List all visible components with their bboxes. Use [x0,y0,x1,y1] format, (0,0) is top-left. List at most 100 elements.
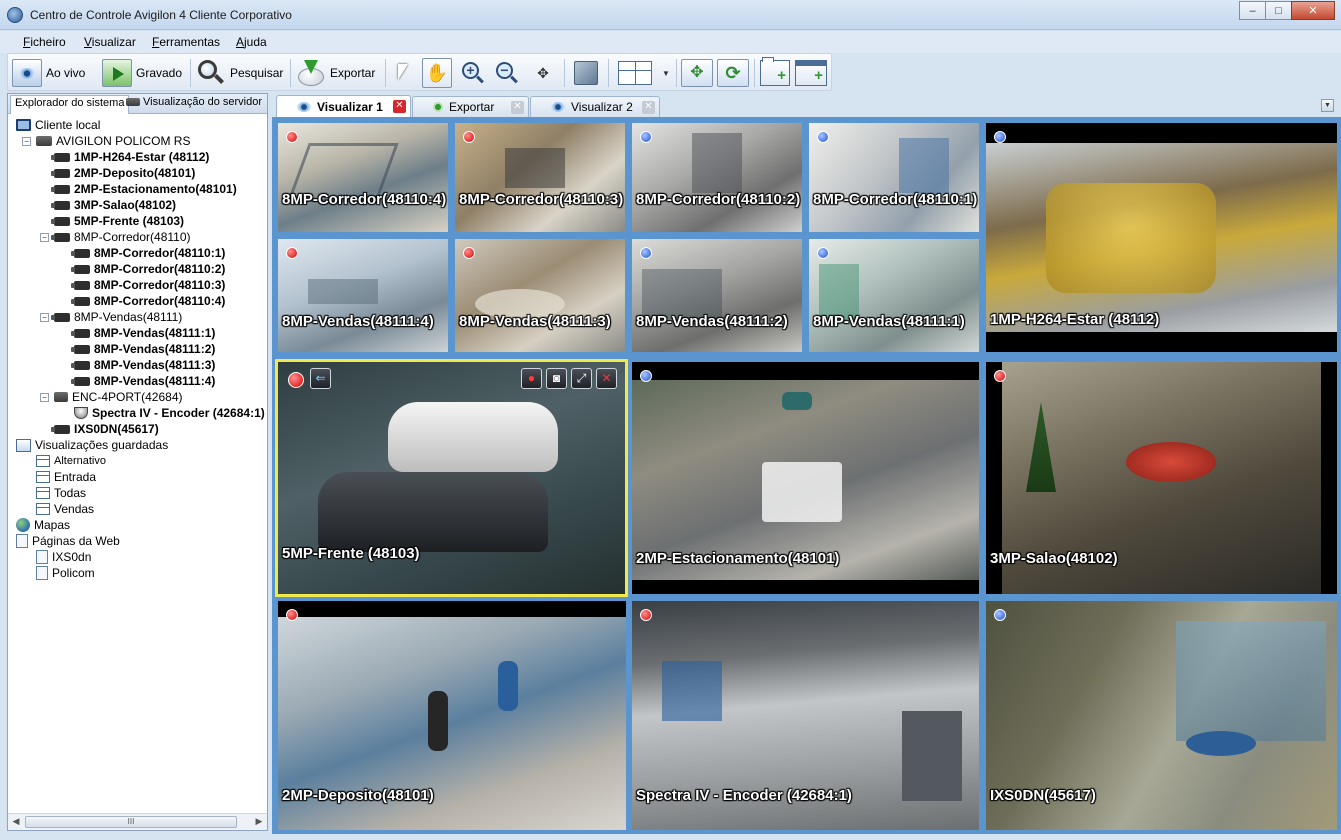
recording-indicator-icon [463,131,475,143]
close-tab-icon[interactable]: ✕ [511,101,524,114]
tree-camera-item[interactable]: 8MP-Vendas(48111:2) [71,341,215,357]
video-tile[interactable]: 8MP-Corredor(48110:4) [276,121,450,234]
tree-camera-item[interactable]: Spectra IV - Encoder (42684:1) [74,405,265,421]
collapse-toggle[interactable]: − [22,137,31,146]
window-controls: ‒ □ ✕ [1239,1,1335,20]
menu-visualizar[interactable]: Visualizar [84,35,136,49]
video-tile[interactable]: 8MP-Vendas(48111:1) [807,237,981,354]
video-tile[interactable]: 3MP-Salao(48102) [984,360,1339,596]
record-button-icon[interactable]: ● [521,368,542,389]
tree-maps[interactable]: Mapas [16,517,70,533]
menu-ficheiro[interactable]: Ficheiro [23,35,66,49]
monitor-fit-button[interactable]: ✥ [681,57,713,89]
tile-label: 8MP-Vendas(48111:2) [636,313,788,330]
tab-system-explorer[interactable]: Explorador do sistema [10,95,130,114]
ptz-button[interactable]: ✥ [528,57,558,89]
tree-camera-item[interactable]: 8MP-Vendas(48111:4) [71,373,215,389]
tree-saved-views[interactable]: Visualizações guardadas [16,437,168,453]
video-tile[interactable]: 1MP-H264-Estar (48112) [984,121,1339,354]
camera-icon [51,184,70,194]
video-tile[interactable]: Spectra IV - Encoder (42684:1) [630,599,981,832]
tree-label: 8MP-Corredor(48110:2) [94,262,226,276]
video-tile[interactable]: 8MP-Vendas(48111:4) [276,237,450,354]
tree-group-corredor[interactable]: 8MP-Corredor(48110) [51,229,191,245]
tree-camera-item[interactable]: 8MP-Corredor(48110:2) [71,261,226,277]
tree-camera-item[interactable]: 2MP-Deposito(48101) [51,165,195,181]
tile-label: 8MP-Corredor(48110:1) [813,191,978,208]
tree-node-local-client[interactable]: Cliente local [16,117,100,133]
tree-view-item[interactable]: Todas [36,485,86,501]
new-window-button[interactable]: + [795,57,827,89]
tree-view-item[interactable]: Entrada [36,469,96,485]
tree-label: 8MP-Corredor(48110:4) [94,294,226,308]
video-tile[interactable]: 2MP-Deposito(48101) [276,599,628,832]
tree-web-page-item[interactable]: Policom [36,565,95,581]
sync-button[interactable]: ⟳ [717,57,749,89]
tree-encoder[interactable]: ENC-4PORT(42684) [54,389,182,405]
close-button[interactable]: ✕ [1291,1,1335,20]
tree-web-page-item[interactable]: IXS0dn [36,549,91,565]
tree-camera-item[interactable]: 3MP-Salao(48102) [51,197,176,213]
tree-camera-item[interactable]: 2MP-Estacionamento(48101) [51,181,237,197]
tab-export[interactable]: Exportar ✕ [412,96,529,117]
collapse-toggle[interactable]: − [40,393,49,402]
tree-web-pages[interactable]: Páginas da Web [16,533,120,549]
tree-camera-item[interactable]: 5MP-Frente (48103) [51,213,184,229]
snapshot-camera-icon[interactable]: ◙ [546,368,567,389]
tab-view-2[interactable]: Visualizar 2 ✕ [530,96,660,117]
pointer-tool-button[interactable] [390,57,416,89]
full-screen-button[interactable] [571,57,601,89]
tree-label: 8MP-Vendas(48111:1) [94,326,216,340]
pan-tool-button[interactable]: ✋ [422,57,452,89]
recorded-button[interactable]: Gravado [102,57,182,89]
collapse-toggle[interactable]: − [40,313,49,322]
back-arrow-icon[interactable]: ⇐ [310,368,331,389]
web-page-icon [16,534,28,548]
tree-view-item[interactable]: Vendas [36,501,94,517]
minimize-button[interactable]: ‒ [1239,1,1266,20]
tree-node-server[interactable]: AVIGILON POLICOM RS [36,133,190,149]
search-button[interactable]: Pesquisar [196,57,283,89]
tab-list-dropdown-icon[interactable]: ▼ [1321,99,1334,112]
horizontal-scrollbar[interactable]: ◀ III ▶ [8,813,267,830]
video-tile[interactable]: 8MP-Vendas(48111:3) [453,237,627,354]
scroll-left-icon[interactable]: ◀ [9,816,23,828]
scroll-right-icon[interactable]: ▶ [252,816,266,828]
video-tile[interactable]: 8MP-Vendas(48111:2) [630,237,804,354]
maximize-button[interactable]: □ [1265,1,1292,20]
zoom-out-button[interactable]: − [492,57,522,89]
tree-camera-item[interactable]: 8MP-Vendas(48111:1) [71,325,216,341]
video-tile[interactable]: IXS0DN(45617) [984,599,1339,832]
video-tile[interactable]: 8MP-Corredor(48110:2) [630,121,804,234]
close-tab-icon[interactable]: ✕ [393,100,406,113]
new-tab-button[interactable]: + [760,57,790,89]
zoom-in-button[interactable]: + [458,57,488,89]
video-tile-selected[interactable]: ⇐ ● ◙ ⤢ ✕ 5MP-Frente (48103) [275,359,628,597]
scroll-thumb[interactable]: III [25,816,237,828]
tab-view-1[interactable]: Visualizar 1 ✕ [276,95,411,117]
tree-camera-item[interactable]: 8MP-Corredor(48110:4) [71,293,226,309]
menu-ferramentas[interactable]: Ferramentas [152,35,220,49]
layout-button[interactable]: ▼ [618,57,670,89]
close-tile-icon[interactable]: ✕ [596,368,617,389]
menu-ajuda[interactable]: Ajuda [236,35,267,49]
video-tile[interactable]: 8MP-Corredor(48110:1) [807,121,981,234]
export-button[interactable]: Exportar [296,57,375,89]
tile-label: 3MP-Salao(48102) [990,550,1118,567]
video-tile[interactable]: 8MP-Corredor(48110:3) [453,121,627,234]
collapse-toggle[interactable]: − [40,233,49,242]
close-tab-icon[interactable]: ✕ [642,101,655,114]
tree-camera-item[interactable]: 8MP-Corredor(48110:3) [71,277,225,293]
tab-server-view[interactable]: Visualização do servidor [126,96,262,108]
tree-group-vendas[interactable]: 8MP-Vendas(48111) [51,309,182,325]
tree-camera-item[interactable]: IXS0DN(45617) [51,421,159,437]
live-button[interactable]: Ao vivo [12,57,85,89]
tree-view-item[interactable]: Alternativo [36,453,106,469]
tree-label: Spectra IV - Encoder (42684:1) [92,406,265,420]
chevron-down-icon[interactable]: ▼ [662,69,670,78]
maximize-tile-icon[interactable]: ⤢ [571,368,592,389]
tree-camera-item[interactable]: 1MP-H264-Estar (48112) [51,149,209,165]
tree-camera-item[interactable]: 8MP-Vendas(48111:3) [71,357,215,373]
video-tile[interactable]: 2MP-Estacionamento(48101) [630,360,981,596]
tree-camera-item[interactable]: 8MP-Corredor(48110:1) [71,245,225,261]
